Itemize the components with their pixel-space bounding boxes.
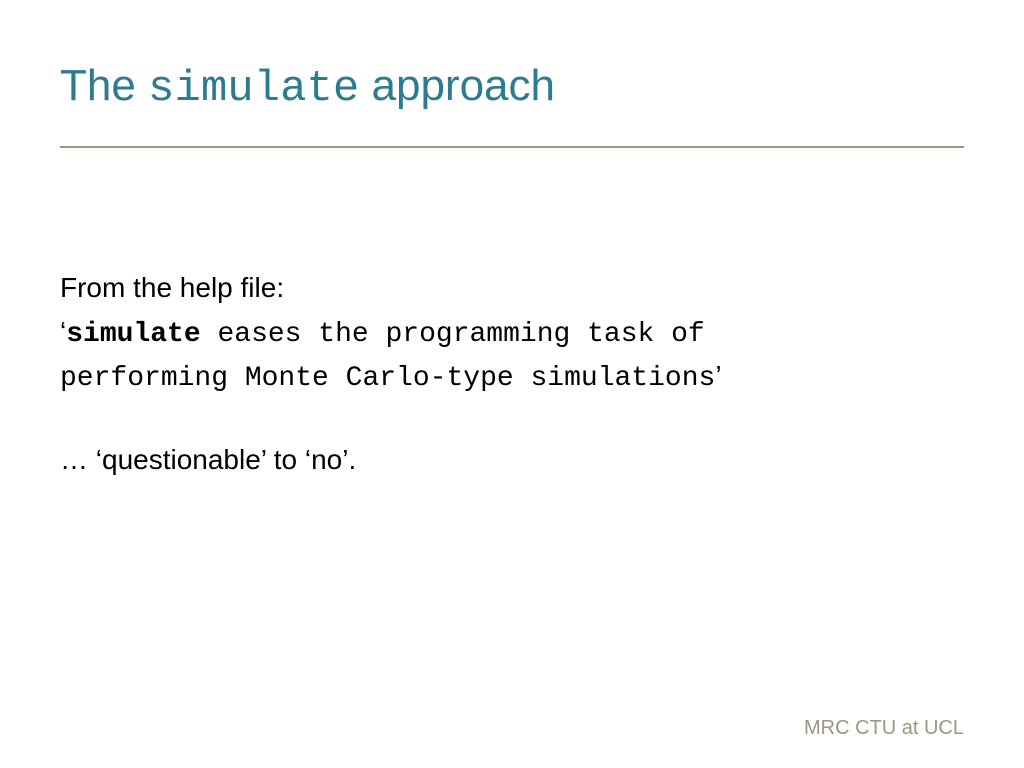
quote-bold: simulate <box>66 319 200 350</box>
title-prefix: The <box>60 61 148 110</box>
quote-line2: performing Monte Carlo-type simulations <box>60 363 715 394</box>
slide-title: The simulate approach <box>60 60 964 116</box>
title-suffix: approach <box>359 61 555 110</box>
quote-close: ’ <box>715 360 721 391</box>
intro-line: From the help file: <box>60 268 964 309</box>
conclusion-line: … ‘questionable’ to ‘no’. <box>60 440 964 481</box>
quote-block: ‘simulate eases the programming task of … <box>60 312 964 399</box>
quote-line1: eases the programming task of <box>201 319 705 350</box>
footer-text: MRC CTU at UCL <box>804 717 964 740</box>
title-divider <box>60 146 964 148</box>
slide-container: The simulate approach From the help file… <box>0 0 1024 768</box>
body-content: From the help file: ‘simulate eases the … <box>60 268 964 480</box>
title-mono: simulate <box>148 64 359 114</box>
